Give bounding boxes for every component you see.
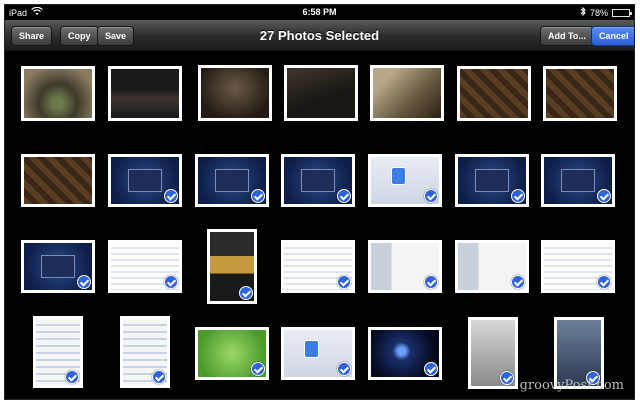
photo-image: [460, 69, 528, 118]
photo-thumbnail[interactable]: [21, 240, 95, 293]
selected-checkmark-icon: [239, 286, 253, 300]
status-right: 78%: [580, 6, 632, 18]
photo-thumbnail[interactable]: [455, 154, 529, 207]
selected-checkmark-icon: [337, 275, 351, 289]
photo-thumbnail[interactable]: [457, 66, 531, 121]
app-icon: [304, 340, 320, 359]
photo-image: [373, 68, 441, 118]
photo-image: [24, 157, 92, 204]
photo-thumbnail[interactable]: [541, 240, 615, 293]
selected-checkmark-icon: [424, 189, 438, 203]
photo-thumbnail[interactable]: [21, 154, 95, 207]
photo-thumbnail[interactable]: [108, 66, 182, 121]
battery-percent: 78%: [589, 7, 608, 18]
watermark: groovyPost.com: [519, 378, 624, 393]
selected-checkmark-icon: [424, 362, 438, 376]
selected-checkmark-icon: [152, 370, 166, 384]
screenshot-window: [128, 168, 162, 193]
photo-thumbnail[interactable]: [108, 154, 182, 207]
photo-image: [287, 68, 355, 118]
photo-thumbnail[interactable]: [281, 327, 355, 380]
photo-thumbnail[interactable]: [281, 154, 355, 207]
photo-thumbnail[interactable]: [198, 65, 272, 121]
status-time: 6:58 PM: [302, 7, 337, 17]
selected-checkmark-icon: [597, 189, 611, 203]
photo-thumbnail[interactable]: [541, 154, 615, 207]
selected-checkmark-icon: [251, 189, 265, 203]
photo-thumbnail[interactable]: [207, 229, 257, 304]
screenshot-window: [475, 168, 509, 193]
photo-thumbnail[interactable]: [284, 65, 358, 121]
photo-thumbnail[interactable]: [368, 154, 442, 207]
photo-thumbnail[interactable]: [455, 240, 529, 293]
photo-grid: [5, 51, 634, 399]
page-title: 27 Photos Selected: [259, 28, 380, 43]
photo-thumbnail[interactable]: [370, 65, 444, 121]
selected-checkmark-icon: [337, 362, 351, 376]
screenshot-window: [41, 254, 75, 279]
photo-thumbnail[interactable]: [108, 240, 182, 293]
selected-checkmark-icon: [511, 275, 525, 289]
app-icon: [391, 167, 407, 186]
photo-thumbnail[interactable]: [368, 240, 442, 293]
screenshot-window: [301, 168, 335, 193]
ipad-screen: iPad 6:58 PM 78% Share Copy Save 27 Phot…: [4, 4, 635, 400]
screenshot-window: [561, 168, 595, 193]
copy-button[interactable]: Copy: [60, 26, 99, 46]
photo-thumbnail[interactable]: [468, 317, 518, 389]
toolbar: Share Copy Save 27 Photos Selected Add T…: [5, 20, 634, 51]
selected-checkmark-icon: [251, 362, 265, 376]
photo-thumbnail[interactable]: [368, 327, 442, 380]
photo-image: [546, 69, 614, 118]
selected-checkmark-icon: [337, 189, 351, 203]
photo-image: [24, 69, 92, 118]
photo-image: [111, 69, 179, 118]
photo-thumbnail[interactable]: [21, 66, 95, 121]
selected-checkmark-icon: [65, 370, 79, 384]
bluetooth-icon: [580, 6, 586, 18]
photo-thumbnail[interactable]: [195, 327, 269, 380]
photo-thumbnail[interactable]: [120, 316, 170, 388]
photo-thumbnail[interactable]: [195, 154, 269, 207]
selected-checkmark-icon: [424, 275, 438, 289]
share-button[interactable]: Share: [11, 26, 53, 46]
selected-checkmark-icon: [164, 275, 178, 289]
photo-thumbnail[interactable]: [543, 66, 617, 121]
selected-checkmark-icon: [597, 275, 611, 289]
status-bar: iPad 6:58 PM 78%: [5, 5, 634, 20]
selected-checkmark-icon: [500, 371, 514, 385]
selected-checkmark-icon: [77, 275, 91, 289]
screenshot-window: [215, 168, 249, 193]
save-button[interactable]: Save: [97, 26, 135, 46]
cancel-button[interactable]: Cancel: [591, 26, 634, 46]
add-to-button[interactable]: Add To...: [540, 26, 594, 46]
selected-checkmark-icon: [511, 189, 525, 203]
photo-thumbnail[interactable]: [281, 240, 355, 293]
selected-checkmark-icon: [164, 189, 178, 203]
photo-image: [201, 68, 269, 118]
photo-thumbnail[interactable]: [33, 316, 83, 388]
battery-icon: [612, 8, 632, 17]
